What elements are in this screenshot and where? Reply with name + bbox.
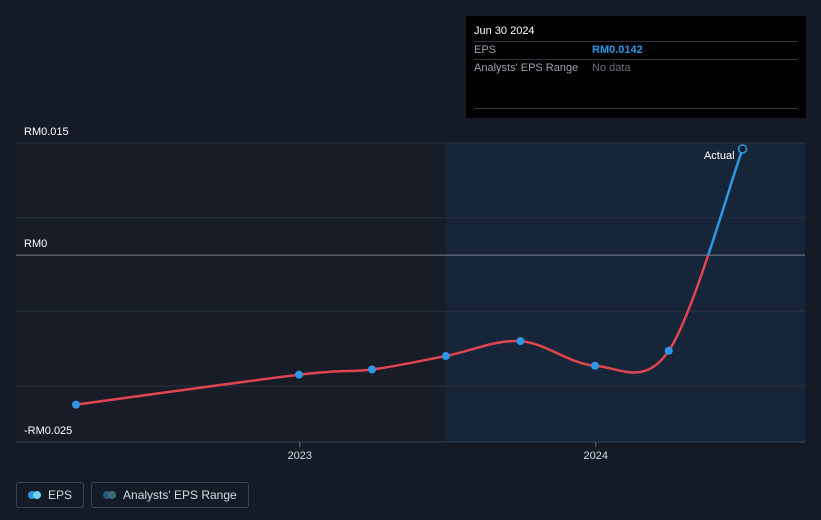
y-tick-label-0: RM0.015 [24, 126, 69, 138]
tooltip-eps-row: EPS RM0.0142 [474, 41, 798, 59]
eps-swatch-icon [28, 491, 41, 499]
range-swatch-icon [103, 491, 117, 499]
legend-range-label: Analysts' EPS Range [123, 488, 237, 502]
eps-point-6 [664, 346, 673, 355]
eps-point-0 [72, 400, 81, 409]
actual-annotation: Actual [704, 150, 735, 162]
tooltip-range-row: Analysts' EPS Range No data [474, 59, 798, 77]
x-tick-label-1: 2024 [584, 450, 608, 462]
tooltip-divider [474, 108, 798, 109]
y-tick-label-2: -RM0.025 [24, 425, 72, 437]
eps-point-1 [295, 370, 304, 379]
legend-eps-label: EPS [48, 488, 73, 502]
y-tick-label-1: RM0 [24, 238, 47, 250]
eps-point-4 [516, 337, 525, 346]
legend: EPS Analysts' EPS Range [16, 482, 249, 508]
legend-range-button[interactable]: Analysts' EPS Range [91, 482, 249, 508]
tooltip-range-value: No data [592, 62, 631, 74]
eps-point-2 [367, 365, 376, 374]
tooltip-range-label: Analysts' EPS Range [474, 62, 579, 74]
x-tick-label-0: 2023 [288, 450, 312, 462]
tooltip: Jun 30 2024 EPS RM0.0142 Analysts' EPS R… [466, 16, 806, 118]
eps-point-7 [737, 144, 748, 154]
tooltip-eps-label: EPS [474, 44, 497, 56]
tooltip-date: Jun 30 2024 [474, 25, 535, 37]
legend-eps-button[interactable]: EPS [16, 482, 85, 508]
tooltip-eps-value: RM0.0142 [592, 44, 643, 56]
recent-period-region [445, 143, 805, 442]
eps-point-5 [590, 361, 599, 370]
eps-point-3 [441, 352, 450, 361]
